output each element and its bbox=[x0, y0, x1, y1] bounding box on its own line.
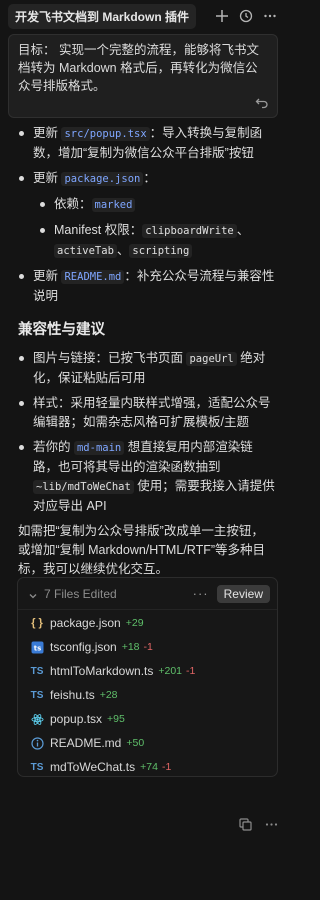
list-item: 更新 README.md ：补充公众号流程与兼容性说明 bbox=[12, 267, 276, 306]
inline-code: scripting bbox=[129, 244, 193, 258]
copy-icon[interactable] bbox=[238, 817, 252, 831]
file-row[interactable]: TS htmlToMarkdown.ts +201 -1 bbox=[18, 660, 277, 682]
info-icon bbox=[30, 736, 44, 750]
react-icon bbox=[30, 712, 44, 726]
svg-text:ts: ts bbox=[33, 644, 41, 652]
inline-code: activeTab bbox=[54, 244, 117, 258]
header-actions bbox=[214, 8, 278, 24]
chat-header: 开发飞书文档到 Markdown 插件 bbox=[0, 0, 286, 32]
more-icon[interactable]: ··· bbox=[193, 586, 209, 601]
tsconfig-icon: ts bbox=[30, 640, 44, 654]
json-icon: { } bbox=[31, 617, 43, 629]
list-item: 更新 package.json： 依赖： marked Manifest 权限： c… bbox=[12, 169, 276, 261]
ts-icon: TS bbox=[30, 665, 44, 677]
chevron-down-icon[interactable] bbox=[28, 589, 38, 599]
more-icon[interactable] bbox=[262, 8, 278, 24]
ts-icon: TS bbox=[30, 689, 44, 701]
file-row[interactable]: TS mdToWeChat.ts +74 -1 bbox=[18, 756, 277, 778]
list-item: 更新 src/popup.tsx ：导入转换与复制函数，增加“复制为微信公众平台排… bbox=[12, 124, 276, 163]
closing-paragraph: 如需把“复制为公众号排版”改成单一主按钮，或增加“复制 Markdown/HTM… bbox=[18, 524, 266, 576]
message-actions bbox=[238, 817, 278, 831]
inline-code: marked bbox=[91, 198, 136, 212]
inline-code: ~lib/mdToWeChat bbox=[33, 480, 134, 494]
section-heading: 兼容性与建议 bbox=[18, 322, 105, 338]
files-edited-header[interactable]: 7 Files Edited ··· Review bbox=[18, 578, 277, 610]
plus-icon[interactable] bbox=[214, 8, 230, 24]
list-item: 图片与链接：已按飞书页面 pageUrl 绝对化，保证粘贴后可用 bbox=[12, 349, 276, 388]
list-item: 样式：采用轻量内联样式增强，适配公众号编辑器；如需杂志风格可扩展模板/主题 bbox=[12, 394, 276, 432]
file-row[interactable]: { } package.json +29 bbox=[18, 612, 277, 634]
inline-code: package.json bbox=[61, 172, 144, 186]
inline-code: clipboardWrite bbox=[142, 224, 237, 238]
sub-list: 依赖： marked Manifest 权限： clipboardWrite 、act… bbox=[33, 195, 276, 261]
more-icon[interactable] bbox=[264, 817, 278, 831]
file-row[interactable]: TS feishu.ts +28 bbox=[18, 684, 277, 706]
ts-icon: TS bbox=[30, 761, 44, 773]
assistant-response: 更新 src/popup.tsx ：导入转换与复制函数，增加“复制为微信公众平台排… bbox=[0, 124, 286, 579]
user-prompt-text: 目标： 实现一个完整的流程，能够将飞书文档转为 Markdown 格式后，再转化… bbox=[18, 43, 259, 93]
inline-code: md-main bbox=[73, 441, 125, 455]
files-edited-count: 7 Files Edited bbox=[44, 586, 117, 601]
review-button[interactable]: Review bbox=[216, 584, 270, 603]
user-prompt-card[interactable]: 目标： 实现一个完整的流程，能够将飞书文档转为 Markdown 格式后，再转化… bbox=[8, 34, 278, 118]
inline-code: README.md bbox=[61, 270, 125, 284]
change-list: 更新 src/popup.tsx ：导入转换与复制函数，增加“复制为微信公众平台排… bbox=[12, 124, 276, 306]
history-icon[interactable] bbox=[238, 8, 254, 24]
list-item: 若你的 md-main 想直接复用内部渲染链路，也可将其导出的渲染函数抽到 ~l… bbox=[12, 438, 276, 516]
file-row[interactable]: popup.tsx +95 bbox=[18, 708, 277, 730]
list-item: Manifest 权限： clipboardWrite 、activeTab、 scr… bbox=[33, 221, 276, 261]
undo-icon[interactable] bbox=[255, 95, 269, 109]
chat-title[interactable]: 开发飞书文档到 Markdown 插件 bbox=[8, 3, 197, 29]
inline-code: pageUrl bbox=[186, 352, 237, 366]
file-row[interactable]: README.md +50 bbox=[18, 732, 277, 754]
compat-list: 图片与链接：已按飞书页面 pageUrl 绝对化，保证粘贴后可用 样式：采用轻量… bbox=[12, 349, 276, 516]
file-row[interactable]: ts tsconfig.json +18 -1 bbox=[18, 636, 277, 658]
files-edited-panel: 7 Files Edited ··· Review { } package.js… bbox=[17, 577, 278, 777]
inline-code: src/popup.tsx bbox=[61, 127, 150, 141]
list-item: 依赖： marked bbox=[33, 195, 276, 215]
